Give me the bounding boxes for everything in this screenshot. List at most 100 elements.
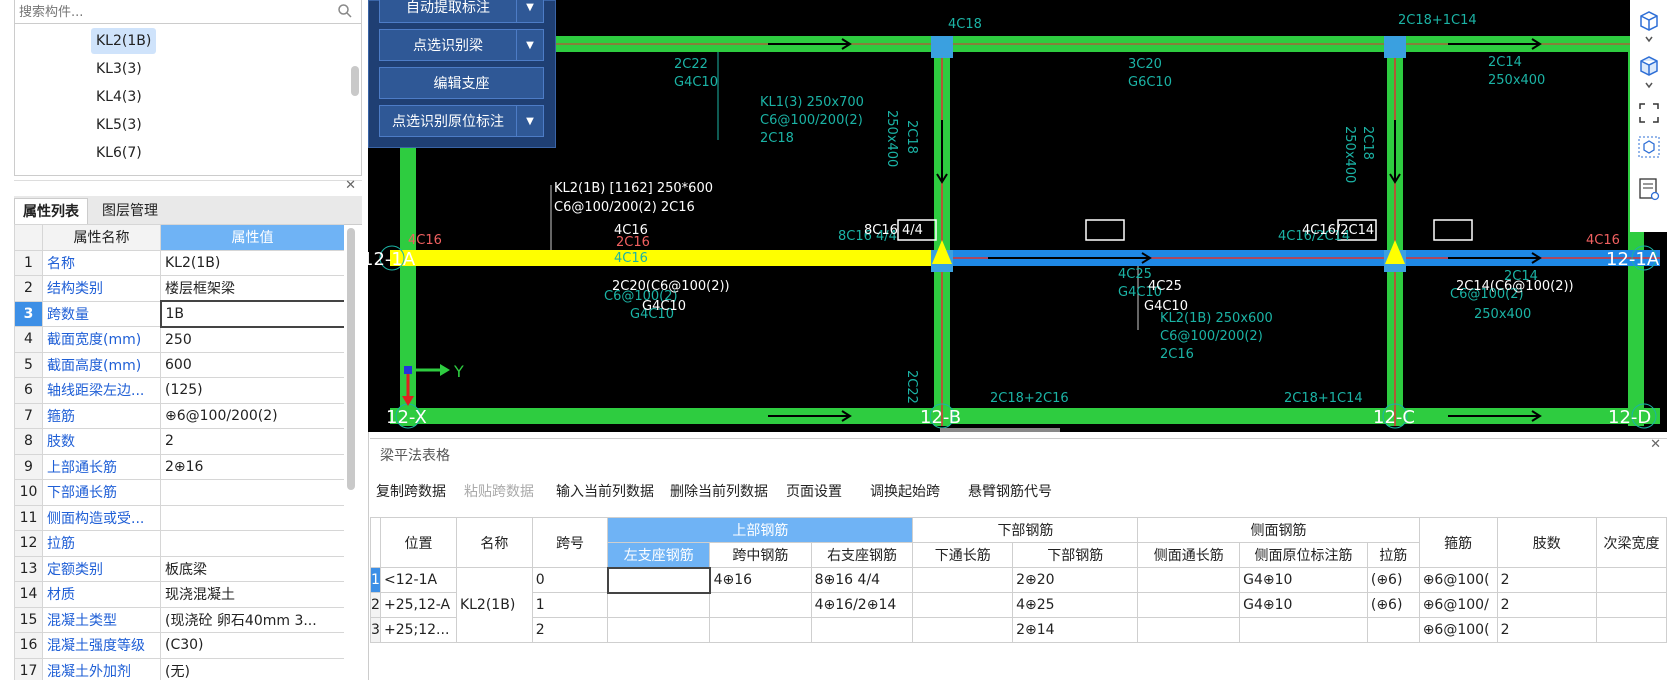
property-row[interactable]: 17 混凝土外加剂 (无): [14, 657, 344, 680]
col-header-tie[interactable]: 拉筋: [1366, 542, 1420, 568]
chevron-down-icon[interactable]: ▼: [516, 106, 543, 136]
cell-tie[interactable]: (⊕6): [1366, 592, 1420, 618]
chevron-down-icon[interactable]: ▼: [516, 30, 543, 60]
chevron-down-icon[interactable]: ▼: [516, 0, 543, 22]
cell-bottom[interactable]: 2⊕14: [1012, 617, 1139, 643]
cell-right[interactable]: 8⊕16 4/4: [810, 567, 914, 593]
cell-bottom[interactable]: 4⊕25: [1012, 592, 1139, 618]
property-row[interactable]: 11 侧面构造或受...: [14, 504, 344, 531]
pick-recognize-beam-button[interactable]: 点选识别梁 ▼: [379, 29, 544, 61]
cell-left[interactable]: [607, 617, 711, 643]
col-header-left-support[interactable]: 左支座钢筋: [607, 542, 711, 568]
property-value[interactable]: 2⊕16: [160, 453, 344, 480]
property-value[interactable]: 600: [160, 351, 344, 378]
property-scrollbar[interactable]: [347, 228, 355, 490]
property-value[interactable]: (无): [160, 657, 344, 680]
search-input[interactable]: [15, 0, 321, 24]
cell-mid[interactable]: [709, 617, 812, 643]
property-row[interactable]: 1 名称 KL2(1B): [14, 249, 344, 276]
delete-current-column-button[interactable]: 删除当前列数据: [670, 481, 768, 501]
tree-item-kl2[interactable]: KL2(1B): [91, 28, 157, 54]
cell-so[interactable]: G4⊕10: [1239, 567, 1368, 593]
property-value[interactable]: 现浇混凝土: [160, 581, 344, 608]
cell-span[interactable]: 1: [531, 592, 609, 618]
property-row[interactable]: 15 混凝土类型 (现浇砼 卵石40mm 3...: [14, 606, 344, 633]
cad-canvas[interactable]: 12-1A 12-1A 12-X 12-B 12-C 12-D Y 4C18 2…: [368, 0, 1667, 432]
property-value[interactable]: [160, 479, 344, 506]
cell-legs[interactable]: 2: [1496, 617, 1597, 643]
property-value[interactable]: (125): [160, 377, 344, 404]
cell-left[interactable]: [606, 566, 711, 594]
cell-right[interactable]: [810, 617, 914, 643]
page-setup-button[interactable]: 页面设置: [786, 481, 842, 501]
cell-bt[interactable]: [912, 617, 1014, 643]
col-header-side-orig[interactable]: 侧面原位标注筋: [1239, 542, 1368, 568]
cell-stirrup[interactable]: ⊕6@100(: [1418, 617, 1498, 643]
property-value[interactable]: (C30): [160, 632, 344, 659]
property-row[interactable]: 10 下部通长筋: [14, 479, 344, 506]
tab-property-list[interactable]: 属性列表: [14, 198, 88, 225]
search-icon[interactable]: [337, 3, 353, 19]
property-value[interactable]: KL2(1B): [160, 249, 344, 276]
cell-so[interactable]: G4⊕10: [1239, 592, 1368, 618]
property-row[interactable]: 16 混凝土强度等级 (C30): [14, 632, 344, 659]
paste-span-data-button[interactable]: 粘贴跨数据: [464, 481, 534, 501]
beam-table-row[interactable]: 3 +25;12... 2 2⊕14 ⊕6@100(2: [370, 617, 1667, 643]
canvas-scroll-thumb[interactable]: [940, 428, 1060, 432]
beam-table-row[interactable]: 2 +25,12-A 1 4⊕16/2⊕14 4⊕25 G4⊕10 (⊕6) ⊕6@100/2: [370, 592, 1667, 618]
cell-mid[interactable]: [709, 592, 812, 618]
chevron-down-icon[interactable]: [1636, 80, 1662, 92]
swap-start-span-button[interactable]: 调换起始跨: [870, 481, 940, 501]
cell-stirrup[interactable]: ⊕6@100(: [1418, 567, 1498, 593]
cell-left[interactable]: [607, 592, 711, 618]
property-row[interactable]: 6 轴线距梁左边... (125): [14, 377, 344, 404]
cell-mid[interactable]: 4⊕16: [709, 567, 812, 593]
cube-view-icon[interactable]: [1636, 8, 1662, 34]
cell-tie[interactable]: [1366, 617, 1420, 643]
cell-pos[interactable]: +25;12...: [379, 617, 457, 643]
property-value[interactable]: ⊕6@100/200(2): [160, 402, 344, 429]
cell-legs[interactable]: 2: [1496, 567, 1597, 593]
cell-span[interactable]: 2: [531, 617, 609, 643]
chevron-down-icon[interactable]: [1636, 34, 1662, 46]
edit-support-button[interactable]: 编辑支座: [379, 67, 544, 99]
tab-layer-manager[interactable]: 图层管理: [94, 198, 166, 224]
cell-sec[interactable]: [1595, 592, 1667, 618]
cell-bt[interactable]: [912, 592, 1014, 618]
input-current-column-button[interactable]: 输入当前列数据: [556, 481, 654, 501]
property-row[interactable]: 14 材质 现浇混凝土: [14, 581, 344, 608]
zoom-extents-icon[interactable]: [1636, 100, 1662, 126]
tree-item-kl5[interactable]: KL5(3): [91, 112, 147, 138]
close-icon[interactable]: ✕: [1650, 437, 1661, 452]
cell-legs[interactable]: 2: [1496, 592, 1597, 618]
copy-span-data-button[interactable]: 复制跨数据: [376, 481, 446, 501]
property-value[interactable]: [160, 530, 344, 557]
property-value[interactable]: 2: [160, 428, 344, 455]
property-value[interactable]: 楼层框架梁: [160, 275, 344, 302]
cell-st[interactable]: [1137, 567, 1241, 593]
beam-table-row[interactable]: 1 <12-1A KL2(1B) 0 4⊕16 8⊕16 4/4 2⊕20 G4⊕10 (⊕6)…: [370, 566, 1667, 643]
tree-scrollbar[interactable]: [351, 66, 359, 96]
cad-drawing[interactable]: 12-1A 12-1A 12-X 12-B 12-C 12-D Y 4C18 2…: [368, 0, 1667, 432]
pick-recognize-in-situ-button[interactable]: 点选识别原位标注 ▼: [379, 105, 544, 137]
cell-pos[interactable]: +25,12-A: [379, 592, 457, 618]
property-value[interactable]: [160, 504, 344, 531]
property-row[interactable]: 3 跨数量 1B: [14, 300, 344, 328]
cell-sec[interactable]: [1595, 567, 1667, 593]
col-header-bottom[interactable]: 下部钢筋: [1012, 542, 1139, 568]
property-value[interactable]: 250: [160, 326, 344, 353]
tree-item-kl4[interactable]: KL4(3): [91, 84, 147, 110]
tree-item-kl6[interactable]: KL6(7): [91, 140, 147, 166]
property-row[interactable]: 5 截面高度(mm) 600: [14, 351, 344, 378]
property-row[interactable]: 13 定额类别 板底梁: [14, 555, 344, 582]
cell-st[interactable]: [1137, 592, 1241, 618]
property-row[interactable]: 8 肢数 2: [14, 428, 344, 455]
3d-box-icon[interactable]: [1636, 52, 1662, 78]
component-display-icon[interactable]: [1636, 134, 1662, 160]
cell-sec[interactable]: [1595, 617, 1667, 643]
layer-visibility-icon[interactable]: [1636, 176, 1662, 202]
cell-bt[interactable]: [912, 567, 1014, 593]
beam-kl2-yellow[interactable]: [390, 250, 942, 266]
col-header-right-support[interactable]: 右支座钢筋: [810, 542, 914, 568]
auto-extract-annotation-button[interactable]: 自动提取标注 ▼: [379, 0, 544, 23]
